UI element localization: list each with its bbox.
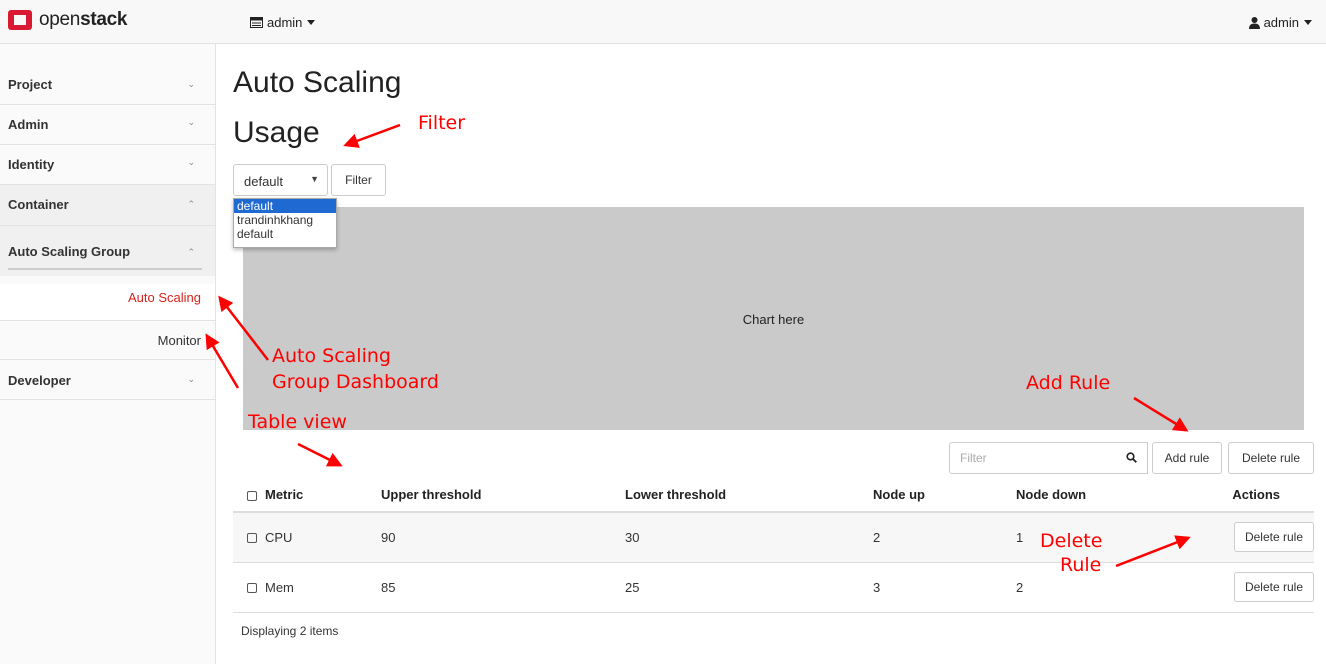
upper-threshold-cell: 90 — [381, 512, 625, 563]
user-icon — [1248, 16, 1260, 29]
lower-threshold-cell: 25 — [625, 562, 873, 613]
metric-cell: Mem — [265, 562, 381, 613]
chevron-up-icon: ⌃ — [187, 199, 195, 209]
chevron-down-icon — [1304, 20, 1312, 25]
annotation-filter: Filter — [418, 112, 466, 134]
add-rule-button[interactable]: Add rule — [1152, 442, 1222, 474]
chevron-down-icon: ⌄ — [187, 79, 195, 89]
annotation-delete-line1: Delete — [1040, 530, 1103, 552]
openstack-logo-icon — [8, 10, 32, 30]
sidebar-item-developer[interactable]: Developer ⌄ — [0, 360, 215, 400]
sidebar-item-identity[interactable]: Identity ⌄ — [0, 145, 215, 185]
annotation-asg-line1: Auto Scaling — [272, 345, 391, 367]
row-delete-rule-button[interactable]: Delete rule — [1233, 572, 1314, 602]
sidebar-item-container[interactable]: Container ⌃ — [0, 185, 215, 226]
sidebar-subitem-monitor[interactable]: Monitor — [0, 320, 215, 360]
sidebar-item-label: Identity — [8, 157, 55, 172]
sidebar-item-project[interactable]: Project ⌄ — [0, 64, 215, 105]
user-label: admin — [1263, 15, 1299, 30]
table-filter[interactable] — [949, 442, 1148, 474]
sidebar-subitem-label: Auto Scaling — [128, 290, 201, 305]
page-title: Auto Scaling — [233, 66, 402, 99]
openstack-logo[interactable]: openstack — [8, 9, 127, 31]
dropdown-arrow-icon: ▼ — [310, 174, 319, 184]
row-select-cell — [233, 562, 265, 613]
sidebar-item-admin[interactable]: Admin ⌄ — [0, 105, 215, 145]
column-header: Actions — [1180, 478, 1314, 513]
node-up-cell: 2 — [873, 512, 1016, 563]
chevron-down-icon: ⌄ — [187, 157, 195, 167]
chart-placeholder-text: Chart here — [742, 312, 805, 327]
sidebar-item-label: Project — [8, 77, 53, 92]
chart-placeholder: Chart here — [243, 207, 1304, 430]
delete-rule-button[interactable]: Delete rule — [1228, 442, 1314, 474]
lower-threshold-cell: 30 — [625, 512, 873, 563]
project-icon — [250, 17, 263, 28]
select-value: default — [244, 174, 284, 189]
column-header[interactable]: Metric — [265, 478, 381, 513]
annotation-table-view: Table view — [248, 411, 347, 433]
annotation-asg-line2: Group Dashboard — [272, 371, 439, 393]
sidebar-item-label: Container — [8, 197, 69, 212]
dropdown-option[interactable]: default — [234, 199, 336, 213]
sidebar-item-label: Admin — [8, 117, 49, 132]
sidebar-item-label: Auto Scaling Group — [8, 244, 131, 259]
node-up-cell: 3 — [873, 562, 1016, 613]
chevron-down-icon: ⌄ — [187, 374, 195, 384]
section-title: Usage — [233, 116, 320, 149]
chevron-down-icon: ⌄ — [187, 117, 195, 127]
table-row: Mem 85 25 3 2 Delete rule — [233, 562, 1314, 613]
logo-text: openstack — [39, 9, 128, 30]
search-icon[interactable] — [1126, 452, 1137, 463]
sidebar-subitem-auto-scaling[interactable]: Auto Scaling — [0, 284, 215, 320]
sidebar-item-auto-scaling-group[interactable]: Auto Scaling Group ⌃ — [0, 226, 215, 276]
sidebar: Project ⌄ Admin ⌄ Identity ⌄ Container ⌃… — [0, 44, 216, 664]
project-label: admin — [267, 15, 303, 30]
table-row: CPU 90 30 2 1 Delete rule — [233, 512, 1314, 563]
filter-button[interactable]: Filter — [331, 164, 386, 196]
top-navbar: openstack admin admin — [0, 0, 1326, 44]
select-dropdown: default trandinhkhang default — [233, 198, 337, 248]
rules-table: Metric Upper threshold Lower threshold N… — [233, 478, 1314, 613]
divider — [8, 268, 202, 270]
user-menu[interactable]: admin — [1248, 15, 1312, 30]
actions-cell: Delete rule — [1180, 562, 1314, 613]
column-header[interactable]: Lower threshold — [625, 478, 873, 513]
project-selector[interactable]: admin — [250, 15, 316, 30]
select-all-cell — [233, 478, 265, 513]
chevron-up-icon: ⌃ — [187, 247, 195, 257]
upper-threshold-cell: 85 — [381, 562, 625, 613]
row-select-cell — [233, 512, 265, 563]
annotation-delete-line2: Rule — [1060, 554, 1102, 576]
sidebar-item-label: Developer — [8, 373, 71, 388]
column-header[interactable]: Upper threshold — [381, 478, 625, 513]
column-header[interactable]: Node up — [873, 478, 1016, 513]
actions-cell: Delete rule — [1180, 512, 1314, 563]
annotation-add-rule: Add Rule — [1026, 372, 1111, 394]
row-checkbox[interactable] — [247, 583, 257, 594]
select-all-checkbox[interactable] — [247, 490, 257, 501]
metric-cell: CPU — [265, 512, 381, 563]
dropdown-option[interactable]: default — [234, 227, 336, 241]
project-filter-select[interactable]: default ▼ — [233, 164, 328, 196]
table-header-row: Metric Upper threshold Lower threshold N… — [233, 478, 1314, 513]
chevron-down-icon — [307, 20, 316, 25]
dropdown-option[interactable]: trandinhkhang — [234, 213, 336, 227]
table-filter-input[interactable] — [960, 451, 1110, 465]
table-footer: Displaying 2 items — [241, 624, 339, 638]
row-delete-rule-button[interactable]: Delete rule — [1233, 522, 1314, 553]
column-header[interactable]: Node down — [1016, 478, 1180, 513]
sidebar-subitem-label: Monitor — [157, 333, 201, 348]
row-checkbox[interactable] — [247, 533, 257, 544]
